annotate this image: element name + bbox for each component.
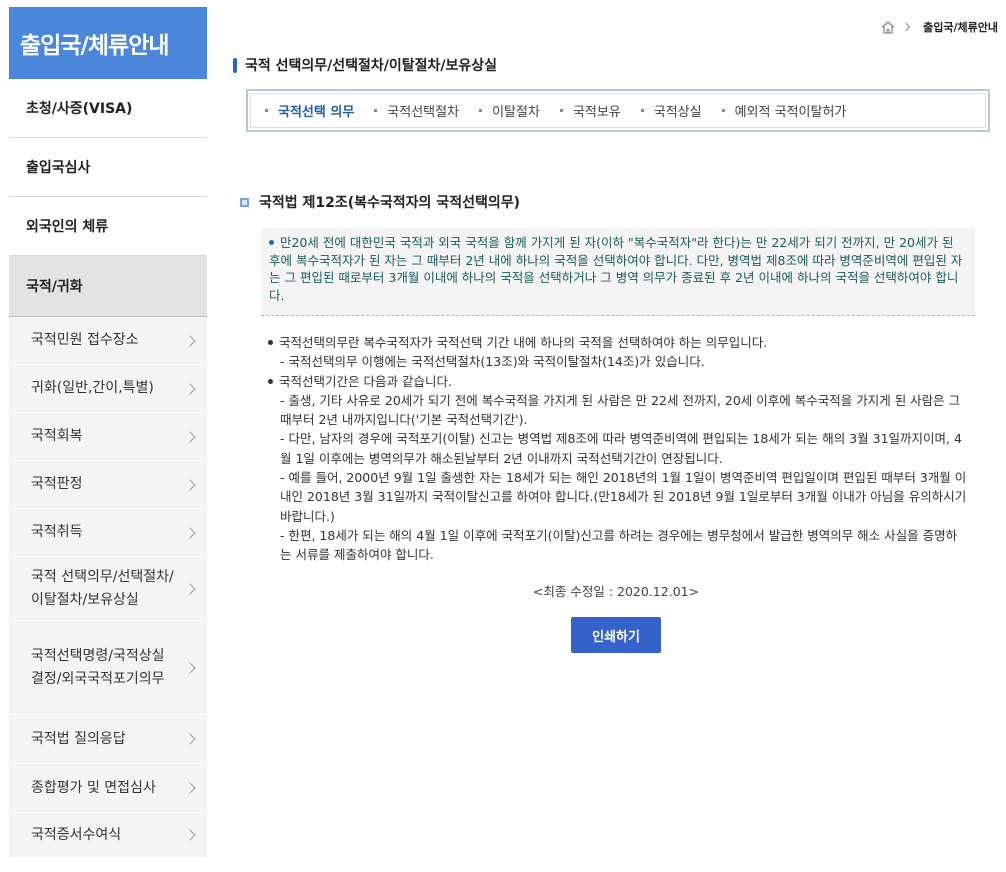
chevron-right-icon [184,829,196,841]
last-modified: <최종 수정일 : 2020.12.01> [0,581,1006,600]
sidebar-subitem-label: 국적회복 [31,428,83,444]
sidebar-item-label: 외국인의 체류 [26,219,109,235]
bullet-icon [265,109,268,112]
bullet-icon [559,109,563,112]
list-item: 국적선택기간은 다음과 같습니다. [268,372,968,391]
page-title: 국적 선택의무/선택절차/이탈절차/보유상실 [233,55,497,75]
home-icon[interactable] [881,20,895,34]
tab-nationality-retention[interactable]: 국적보유 [559,101,621,120]
tab-exceptional-renunciation[interactable]: 예외적 국적이탈허가 [721,101,847,120]
sidebar: 출입국/체류안내 초청/사증(VISA) 출입국심사 외국인의 체류 국적/귀화… [9,7,207,858]
list-item-text: 국적선택기간은 다음과 같습니다. [279,373,452,389]
breadcrumb: 출입국/체류안내 [881,19,998,35]
bullet-icon [268,340,273,345]
print-button[interactable]: 인쇄하기 [571,617,661,653]
tab-renunciation-procedure[interactable]: 이탈절차 [479,101,540,120]
sidebar-subitem-nationality-determination[interactable]: 국적판정 [9,461,207,509]
chevron-right-icon [184,526,196,539]
list-subitem: - 출생, 기타 사유로 20세가 되기 전에 복수국적을 가지게 된 사람은 … [280,392,961,428]
bullet-icon [268,378,273,384]
tab-label: 이탈절차 [492,105,540,120]
tab-label: 예외적 국적이탈허가 [734,105,847,120]
sidebar-subitem-label: 국적민원 접수장소 [31,332,139,348]
tab-label: 국적보유 [572,105,621,120]
chevron-right-icon [184,382,196,395]
notice-box: 만20세 전에 대한민국 국적과 외국 국적을 함께 가지게 된 자(이하 "복… [261,228,975,316]
sidebar-item-visa[interactable]: 초청/사증(VISA) [9,79,207,138]
list-item-text: 국적선택의무란 복수국적자가 국적선택 기간 내에 하나의 국적을 선택하여야 … [279,335,768,350]
sidebar-subitem-nationality-office[interactable]: 국적민원 접수장소 [9,317,207,365]
chevron-right-icon [184,430,196,443]
tab-nationality-loss[interactable]: 국적상실 [640,101,702,120]
sidebar-item-label: 초청/사증(VISA) [26,101,133,117]
sidebar-subitem-label: 국적법 질의응답 [31,730,126,747]
sidebar-subitem-label: 국적판정 [31,476,83,492]
chevron-right-icon [184,782,196,794]
bullet-icon [479,109,483,112]
section-title: 국적법 제12조(복수국적자의 국적선택의무) [259,195,520,211]
bullet-icon [269,240,274,245]
tab-selection-procedure[interactable]: 국적선택절차 [374,101,459,120]
bullet-icon [374,109,378,112]
bullet-icon [721,109,725,112]
list-subitem: - 다만, 남자의 경우에 국적포기(이탈) 신고는 병역법 제8조에 따라 병… [280,431,962,466]
list-subitem: - 예를 들어, 2000년 9월 1일 출생한 자는 18세가 되는 해인 2… [280,470,967,524]
sidebar-subitem-qna[interactable]: 국적법 질의응답 [9,715,207,764]
bullet-icon [640,109,644,112]
sidebar-subitem-selection-order[interactable]: 국적선택명령/국적상실결정/외국국적포기의무 [9,621,207,715]
list-item: 국적선택의무란 복수국적자가 국적선택 기간 내에 하나의 국적을 선택하여야 … [268,333,968,352]
notice-text: 만20세 전에 대한민국 국적과 외국 국적을 함께 가지게 된 자(이하 "복… [269,235,963,303]
tab-bar: 국적선택 의무 국적선택절차 이탈절차 국적보유 국적상실 예외적 국적이탈허가 [246,89,990,132]
tab-label: 국적선택 의무 [278,105,355,120]
section-heading: 국적법 제12조(복수국적자의 국적선택의무) [240,192,520,212]
square-bullet-icon [240,197,249,207]
content-body: 국적선택의무란 복수국적자가 국적선택 기간 내에 하나의 국적을 선택하여야 … [268,333,968,565]
sidebar-subitem-ceremony[interactable]: 국적증서수여식 [9,813,207,858]
chevron-right-icon [184,733,196,745]
chevron-right-icon [184,334,196,347]
list-subitem: - 한편, 18세가 되는 해의 4월 1일 이후에 국적포기(이탈)신고를 하… [280,527,958,563]
sidebar-subitem-label: 국적선택명령/국적상실결정/외국국적포기의무 [31,647,165,687]
sidebar-subitem-label: 귀화(일반,간이,특별) [31,380,154,396]
sidebar-item-nationality[interactable]: 국적/귀화 [9,256,207,317]
sidebar-item-label: 출입국심사 [26,160,91,176]
tab-selection-duty[interactable]: 국적선택 의무 [265,101,354,120]
sidebar-item-immigration-inspection[interactable]: 출입국심사 [9,138,207,197]
sidebar-subitem-label: 종합평가 및 면접심사 [31,779,156,796]
sidebar-subitem-evaluation[interactable]: 종합평가 및 면접심사 [9,764,207,813]
page-title-text: 국적 선택의무/선택절차/이탈절차/보유상실 [245,58,498,74]
chevron-right-icon [184,661,196,674]
breadcrumb-current[interactable]: 출입국/체류안내 [923,19,998,35]
sidebar-item-foreigner-stay[interactable]: 외국인의 체류 [9,197,207,256]
title-marker [233,57,237,73]
chevron-right-icon [901,22,911,32]
sidebar-subitem-nationality-recovery[interactable]: 국적회복 [9,413,207,461]
sidebar-subitem-nationality-acquisition[interactable]: 국적취득 [9,509,207,557]
sidebar-item-label: 국적/귀화 [26,279,83,295]
sidebar-subitem-naturalization[interactable]: 귀화(일반,간이,특별) [9,365,207,413]
sidebar-subitem-label: 국적취득 [31,524,83,540]
sidebar-heading[interactable]: 출입국/체류안내 [9,7,207,79]
tab-label: 국적선택절차 [387,105,460,120]
chevron-right-icon [184,478,196,491]
tab-label: 국적상실 [653,105,702,120]
sidebar-subitem-label: 국적증서수여식 [31,826,122,843]
last-modified-text: <최종 수정일 : 2020.12.01> [532,584,700,599]
list-subitem: - 국적선택의무 이행에는 국적선택절차(13조)와 국적이탈절차(14조)가 … [280,354,705,370]
